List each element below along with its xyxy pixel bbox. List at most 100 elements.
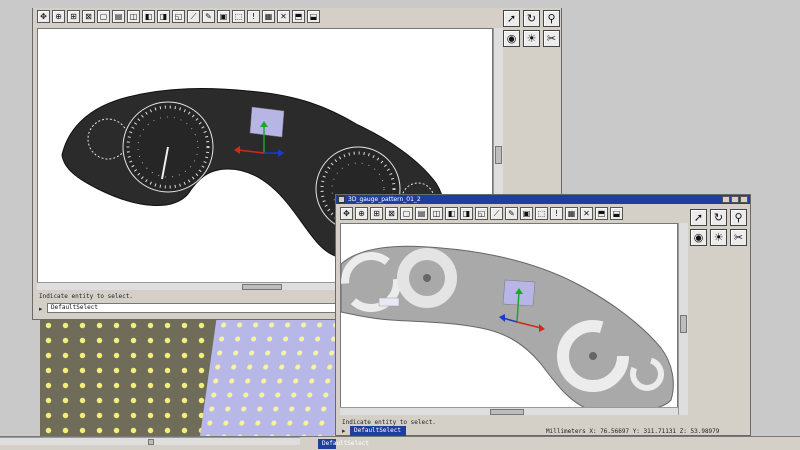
layers-icon: ◱	[477, 208, 486, 218]
image-icon-button[interactable]: ▣	[520, 207, 533, 220]
iso-view-icon: ◨	[462, 208, 471, 218]
main-command-input[interactable]: DefaultSelect	[318, 439, 369, 449]
select-icon-button[interactable]: ⬚	[232, 10, 245, 23]
zoom-window-icon: ⊞	[70, 11, 77, 21]
command-prompt-icon: ▸	[342, 427, 346, 435]
move-icon-button[interactable]: ✥	[340, 207, 353, 220]
rotate-icon-button[interactable]: ▤	[415, 207, 428, 220]
box-view-icon-button[interactable]: ◫	[127, 10, 140, 23]
zoom-window-icon-button[interactable]: ⊞	[67, 10, 80, 23]
rotate-view-button[interactable]: ↻	[523, 10, 540, 27]
select-arrow-button[interactable]: ➚	[690, 209, 707, 226]
scrollbar-thumb[interactable]	[148, 439, 154, 445]
magnify-button[interactable]: ⚲	[730, 209, 747, 226]
render-icon-button[interactable]: ⬒	[292, 10, 305, 23]
scrollbar-thumb[interactable]	[490, 409, 524, 415]
rotate-view-button[interactable]: ↻	[710, 209, 727, 226]
render-icon: ⬒	[597, 208, 606, 218]
front-view-icon: ◧	[447, 208, 456, 218]
3d-viewport-grey-gauge[interactable]	[340, 223, 678, 415]
scrollbar-thumb[interactable]	[242, 284, 282, 290]
image-icon-button[interactable]: ▣	[217, 10, 230, 23]
command-prompt-icon: ▸	[39, 305, 43, 313]
minimize-button[interactable]	[722, 196, 730, 203]
measure-icon-button[interactable]: ⟋	[490, 207, 503, 220]
status-message: Indicate entity to select.	[342, 419, 436, 426]
shade-icon: ✕	[583, 208, 590, 218]
box-view-icon-button[interactable]: ◫	[430, 207, 443, 220]
rotate-view-icon: ↻	[713, 211, 724, 224]
zoom-window-icon: ⊞	[373, 208, 380, 218]
view-toolbar: ✥ ⊕ ⊞ ⊠ ▢ ▤ ◫ ◧ ◨ ◱ ⟋ ✎ ▣ ⬚! ▦ ✕ ⬒ ⬓	[37, 10, 320, 23]
shade-icon-button[interactable]: ✕	[277, 10, 290, 23]
zoom-icon: ⊕	[358, 208, 365, 218]
command-input[interactable]: DefaultSelect	[47, 303, 337, 313]
camera-icon-button[interactable]: ⬓	[610, 207, 623, 220]
measure-icon: ⟋	[190, 11, 197, 21]
fit-icon-button[interactable]: ⊠	[82, 10, 95, 23]
eye-button[interactable]: ◉	[690, 229, 707, 246]
maximize-button[interactable]	[731, 196, 739, 203]
zoom-icon-button[interactable]: ⊕	[52, 10, 65, 23]
pan-icon-button[interactable]: ▢	[97, 10, 110, 23]
eye-icon: ◉	[506, 32, 517, 45]
camera-icon-button[interactable]: ⬓	[307, 10, 320, 23]
layers-icon: ◱	[174, 11, 183, 21]
iso-view-icon: ◨	[159, 11, 168, 21]
select-arrow-icon: ➚	[506, 12, 517, 25]
scrollbar-thumb[interactable]	[495, 146, 502, 164]
scissors-button[interactable]: ✂	[543, 30, 560, 47]
fit-icon-button[interactable]: ⊠	[385, 207, 398, 220]
select-icon-button[interactable]: ⬚	[535, 207, 548, 220]
zoom-window-icon-button[interactable]: ⊞	[370, 207, 383, 220]
main-horizontal-scrollbar[interactable]	[0, 437, 300, 445]
rotate-icon: ▤	[114, 11, 123, 21]
front-view-icon-button[interactable]: ◧	[142, 10, 155, 23]
select-arrow-button[interactable]: ➚	[503, 10, 520, 27]
grid-icon-button[interactable]: ▦	[565, 207, 578, 220]
eye-button[interactable]: ◉	[503, 30, 520, 47]
view-toolbar: ✥ ⊕ ⊞ ⊠ ▢ ▤ ◫ ◧ ◨ ◱ ⟋ ✎ ▣ ⬚! ▦ ✕ ⬒ ⬓	[340, 207, 623, 220]
camera-icon: ⬓	[309, 11, 318, 21]
iso-view-icon-button[interactable]: ◨	[157, 10, 170, 23]
viewport-window-2[interactable]: 3D_gauge_pattern_01_2 ✥ ⊕ ⊞ ⊠ ▢ ▤ ◫ ◧ ◨ ◱ ⟋ ✎ ▣ ⬚! ▦ ✕ ⬒…	[335, 194, 751, 436]
zoom-icon: ⊕	[55, 11, 62, 21]
magnify-icon: ⚲	[547, 12, 556, 25]
horizontal-scrollbar[interactable]	[340, 407, 678, 415]
command-input[interactable]: DefaultSelect	[350, 426, 406, 436]
dotted-texture-background	[40, 318, 340, 436]
render-icon-button[interactable]: ⬒	[595, 207, 608, 220]
pan-icon-button[interactable]: ▢	[400, 207, 413, 220]
shade-icon-button[interactable]: ✕	[580, 207, 593, 220]
grid-icon-button[interactable]: ▦	[262, 10, 275, 23]
layers-icon-button[interactable]: ◱	[172, 10, 185, 23]
window-title-bar[interactable]: 3D_gauge_pattern_01_2	[336, 195, 750, 204]
move-icon-button[interactable]: ✥	[37, 10, 50, 23]
close-button[interactable]	[740, 196, 748, 203]
front-view-icon-button[interactable]: ◧	[445, 207, 458, 220]
grid-icon: ▦	[264, 11, 273, 21]
iso-view-icon-button[interactable]: ◨	[460, 207, 473, 220]
render-icon: ⬒	[294, 11, 303, 21]
rotate-icon: ▤	[417, 208, 426, 218]
measure-icon-button[interactable]: ⟋	[187, 10, 200, 23]
system-menu-icon[interactable]	[338, 196, 345, 203]
layers-icon-button[interactable]: ◱	[475, 207, 488, 220]
window-title: 3D_gauge_pattern_01_2	[348, 196, 421, 203]
zoom-icon-button[interactable]: ⊕	[355, 207, 368, 220]
alert-icon-button[interactable]: !	[247, 10, 260, 23]
brush-icon-button[interactable]: ✎	[202, 10, 215, 23]
light-button[interactable]: ☀	[710, 229, 727, 246]
vertical-scrollbar[interactable]	[678, 223, 688, 415]
light-button[interactable]: ☀	[523, 30, 540, 47]
brush-icon-button[interactable]: ✎	[505, 207, 518, 220]
magnify-button[interactable]: ⚲	[543, 10, 560, 27]
alert-icon-button[interactable]: !	[550, 207, 563, 220]
rotate-icon-button[interactable]: ▤	[112, 10, 125, 23]
pan-icon: ▢	[402, 208, 411, 218]
scrollbar-thumb[interactable]	[680, 315, 687, 333]
alert-icon: !	[554, 208, 559, 218]
grey-gauge-cluster-model[interactable]	[341, 224, 678, 415]
magnify-icon: ⚲	[734, 211, 743, 224]
scissors-button[interactable]: ✂	[730, 229, 747, 246]
